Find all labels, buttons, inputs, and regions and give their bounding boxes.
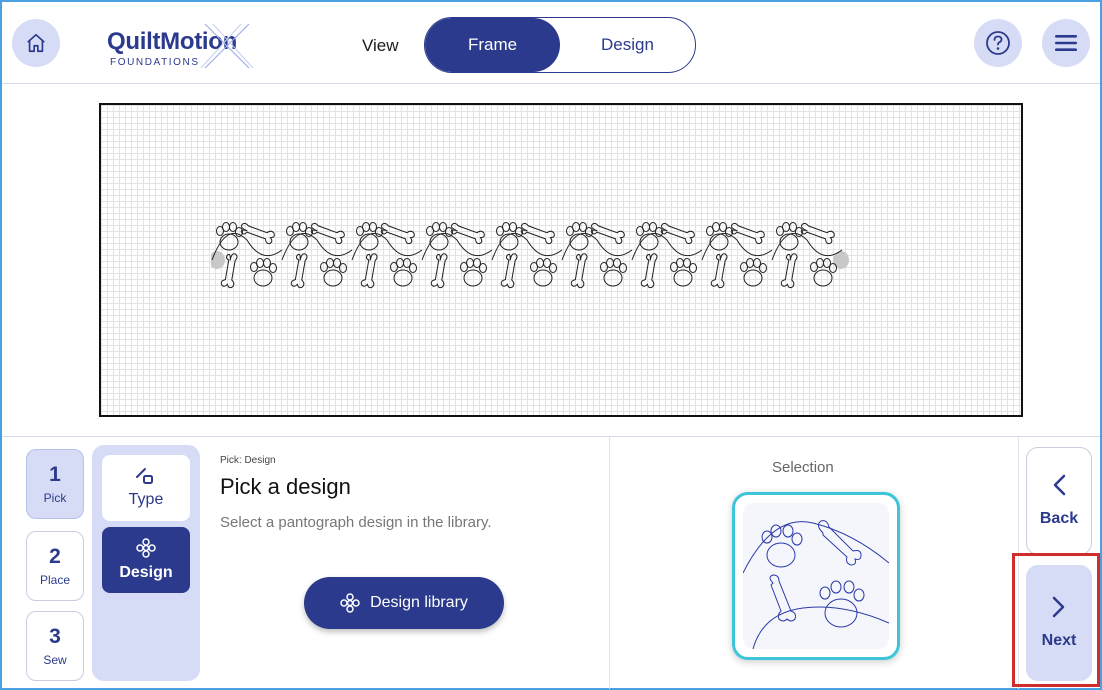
substep-type-label: Type [128, 491, 164, 508]
design-thumbnail-art [743, 520, 889, 649]
step-place[interactable]: 2 Place [26, 531, 84, 601]
back-label: Back [1039, 510, 1079, 527]
step-description: Select a pantograph design in the librar… [220, 514, 492, 531]
design-library-label: Design library [370, 594, 468, 611]
shapes-icon [136, 468, 153, 484]
back-button[interactable]: Back [1026, 447, 1092, 555]
selection-label: Selection [772, 459, 834, 476]
app-logo: QuiltMotion FOUNDATIONS [107, 22, 257, 70]
home-button[interactable] [12, 19, 60, 67]
step-label: Sew [43, 653, 67, 667]
tab-frame[interactable]: Frame [425, 18, 560, 72]
pantograph-preview[interactable] [211, 210, 861, 310]
menu-icon [1055, 35, 1077, 51]
step-info: Pick: Design Pick a design Select a pant… [220, 455, 610, 531]
step-sew[interactable]: 3 Sew [26, 611, 84, 681]
workflow-panel: 1 Pick 2 Place 3 Sew Type Design Pick: D… [2, 436, 1100, 689]
step-number: 3 [49, 625, 61, 648]
step-list: 1 Pick 2 Place 3 Sew [26, 445, 88, 685]
next-label: Next [1041, 632, 1077, 649]
step-pick[interactable]: 1 Pick [26, 449, 84, 519]
view-label: View [362, 36, 399, 55]
substep-design-label: Design [119, 564, 173, 581]
substep-design[interactable]: Design [102, 527, 190, 593]
step-label: Pick [43, 491, 67, 505]
step-number: 1 [49, 463, 61, 486]
step-eyebrow: Pick: Design [220, 455, 276, 466]
quilt-frame[interactable] [99, 103, 1023, 417]
next-button[interactable]: Next [1026, 565, 1092, 681]
help-button[interactable] [974, 19, 1022, 67]
top-bar: QuiltMotion FOUNDATIONS View Frame Desig… [2, 2, 1100, 84]
home-icon [27, 33, 45, 53]
logo-x-mark [200, 23, 254, 69]
step-number: 2 [49, 545, 61, 568]
chevron-left-icon [1053, 474, 1066, 496]
step-label: Place [39, 573, 71, 587]
substep-list: Type Design [92, 445, 200, 681]
flower-icon [340, 593, 360, 613]
chevron-right-icon [1052, 596, 1065, 618]
logo-sub-text: FOUNDATIONS [110, 57, 200, 68]
help-icon [986, 31, 1010, 55]
view-toggle: Frame Design [424, 17, 696, 73]
tab-design[interactable]: Design [560, 18, 695, 72]
quilt-canvas-area [2, 85, 1100, 435]
selected-design-thumbnail[interactable] [732, 492, 900, 660]
flower-icon [136, 538, 156, 558]
menu-button[interactable] [1042, 19, 1090, 67]
substep-type[interactable]: Type [102, 455, 190, 521]
panel-divider [609, 437, 610, 689]
design-library-button[interactable]: Design library [304, 577, 504, 629]
nav-divider [1018, 437, 1019, 689]
step-title: Pick a design [220, 474, 351, 499]
